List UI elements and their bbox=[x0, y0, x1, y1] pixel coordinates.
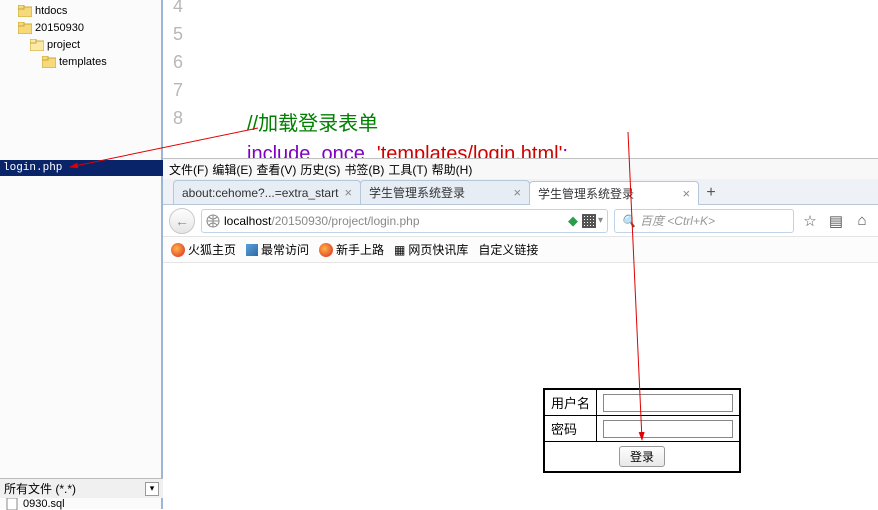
menu-help[interactable]: 帮助(H) bbox=[432, 161, 473, 178]
qr-icon[interactable] bbox=[582, 214, 596, 228]
username-input[interactable] bbox=[603, 394, 733, 412]
firefox-icon bbox=[319, 243, 333, 257]
folder-icon bbox=[18, 5, 32, 17]
url-path: /20150930/project/login.php bbox=[271, 214, 419, 228]
code-content[interactable]: //加载登录表单 include_once 'templates/login.h… bbox=[187, 0, 568, 160]
bookmark-item[interactable]: 自定义链接 bbox=[478, 241, 538, 258]
tree-folder[interactable]: htdocs bbox=[6, 2, 161, 19]
back-button[interactable]: ← bbox=[169, 208, 195, 234]
rss-icon: ▦ bbox=[394, 243, 405, 257]
bookmark-item[interactable]: ▦网页快讯库 bbox=[394, 241, 468, 258]
tree-folder[interactable]: templates bbox=[6, 53, 161, 70]
tree-label: project bbox=[47, 39, 80, 51]
filetype-filter[interactable]: 所有文件 (*.*) ▾ bbox=[0, 478, 163, 498]
tab-title: 学生管理系统登录 bbox=[538, 185, 634, 202]
folder-tree[interactable]: htdocs 20150930 project templates bbox=[0, 0, 161, 70]
browser-window: 文件(F) 编辑(E) 查看(V) 历史(S) 书签(B) 工具(T) 帮助(H… bbox=[163, 158, 878, 509]
firefox-icon bbox=[171, 243, 185, 257]
file-item[interactable]: 0930.sql bbox=[6, 498, 65, 510]
search-icon: 🔍 bbox=[621, 214, 636, 228]
globe-icon bbox=[206, 214, 220, 228]
menu-view[interactable]: 查看(V) bbox=[256, 161, 296, 178]
code-editor[interactable]: 4 5 6 7 8 //加载登录表单 include_once 'templat… bbox=[163, 0, 878, 160]
folder-icon bbox=[42, 56, 56, 68]
bookmark-item[interactable]: 最常访问 bbox=[246, 241, 309, 258]
address-bar: ← localhost/20150930/project/login.php ◆… bbox=[163, 205, 878, 237]
login-button[interactable]: 登录 bbox=[619, 446, 665, 467]
close-icon[interactable]: × bbox=[344, 185, 352, 200]
folder-open-icon bbox=[30, 39, 44, 51]
chevron-down-icon[interactable]: ▾ bbox=[598, 215, 603, 226]
menu-file[interactable]: 文件(F) bbox=[169, 161, 208, 178]
username-label: 用户名 bbox=[545, 390, 597, 416]
tab-title: about:cehome?...=extra_start bbox=[182, 186, 338, 200]
star-icon[interactable]: ☆ bbox=[800, 211, 820, 231]
tree-label: 20150930 bbox=[35, 22, 84, 34]
search-input[interactable]: 🔍 百度 <Ctrl+K> bbox=[614, 209, 794, 233]
login-form: 用户名 密码 登录 bbox=[543, 388, 741, 473]
bookmarks-icon[interactable]: ▤ bbox=[826, 211, 846, 231]
shield-icon[interactable]: ◆ bbox=[568, 213, 578, 229]
window-icon bbox=[246, 244, 258, 256]
url-host: localhost bbox=[224, 214, 271, 228]
close-icon[interactable]: × bbox=[682, 186, 690, 201]
line-gutter: 4 5 6 7 8 bbox=[163, 0, 187, 160]
filetype-filter-label: 所有文件 (*.*) bbox=[4, 480, 76, 497]
folder-icon bbox=[18, 22, 32, 34]
new-tab-button[interactable]: + bbox=[698, 182, 724, 204]
tree-folder[interactable]: 20150930 bbox=[6, 19, 161, 36]
menu-bookmarks[interactable]: 书签(B) bbox=[344, 161, 384, 178]
menu-tools[interactable]: 工具(T) bbox=[388, 161, 427, 178]
tab-strip: about:cehome?...=extra_start× 学生管理系统登录× … bbox=[163, 179, 878, 205]
bookmark-item[interactable]: 火狐主页 bbox=[171, 241, 236, 258]
selected-file[interactable]: login.php bbox=[0, 160, 163, 176]
browser-tab[interactable]: 学生管理系统登录 × bbox=[360, 180, 530, 204]
password-label: 密码 bbox=[545, 416, 597, 442]
home-icon[interactable]: ⌂ bbox=[852, 211, 872, 231]
bookmark-item[interactable]: 新手上路 bbox=[319, 241, 384, 258]
bookmarks-toolbar: 火狐主页 最常访问 新手上路 ▦网页快讯库 自定义链接 bbox=[163, 237, 878, 263]
browser-menubar[interactable]: 文件(F) 编辑(E) 查看(V) 历史(S) 书签(B) 工具(T) 帮助(H… bbox=[163, 159, 878, 179]
chevron-down-icon[interactable]: ▾ bbox=[145, 482, 159, 496]
file-icon bbox=[6, 498, 20, 510]
search-placeholder: 百度 <Ctrl+K> bbox=[640, 212, 715, 229]
browser-tab[interactable]: about:cehome?...=extra_start × bbox=[173, 180, 361, 204]
browser-tab-active[interactable]: 学生管理系统登录 × bbox=[529, 181, 699, 205]
file-label: 0930.sql bbox=[23, 498, 65, 510]
file-explorer-sidebar: htdocs 20150930 project templates login.… bbox=[0, 0, 163, 509]
tree-label: templates bbox=[59, 56, 107, 68]
url-input[interactable]: localhost/20150930/project/login.php ◆ ▾ bbox=[201, 209, 608, 233]
page-content: 用户名 密码 登录 bbox=[163, 263, 878, 509]
close-icon[interactable]: × bbox=[513, 185, 521, 200]
tab-title: 学生管理系统登录 bbox=[369, 184, 465, 201]
tree-label: htdocs bbox=[35, 5, 67, 17]
tree-folder[interactable]: project bbox=[6, 36, 161, 53]
menu-edit[interactable]: 编辑(E) bbox=[212, 161, 252, 178]
password-input[interactable] bbox=[603, 420, 733, 438]
menu-history[interactable]: 历史(S) bbox=[300, 161, 340, 178]
